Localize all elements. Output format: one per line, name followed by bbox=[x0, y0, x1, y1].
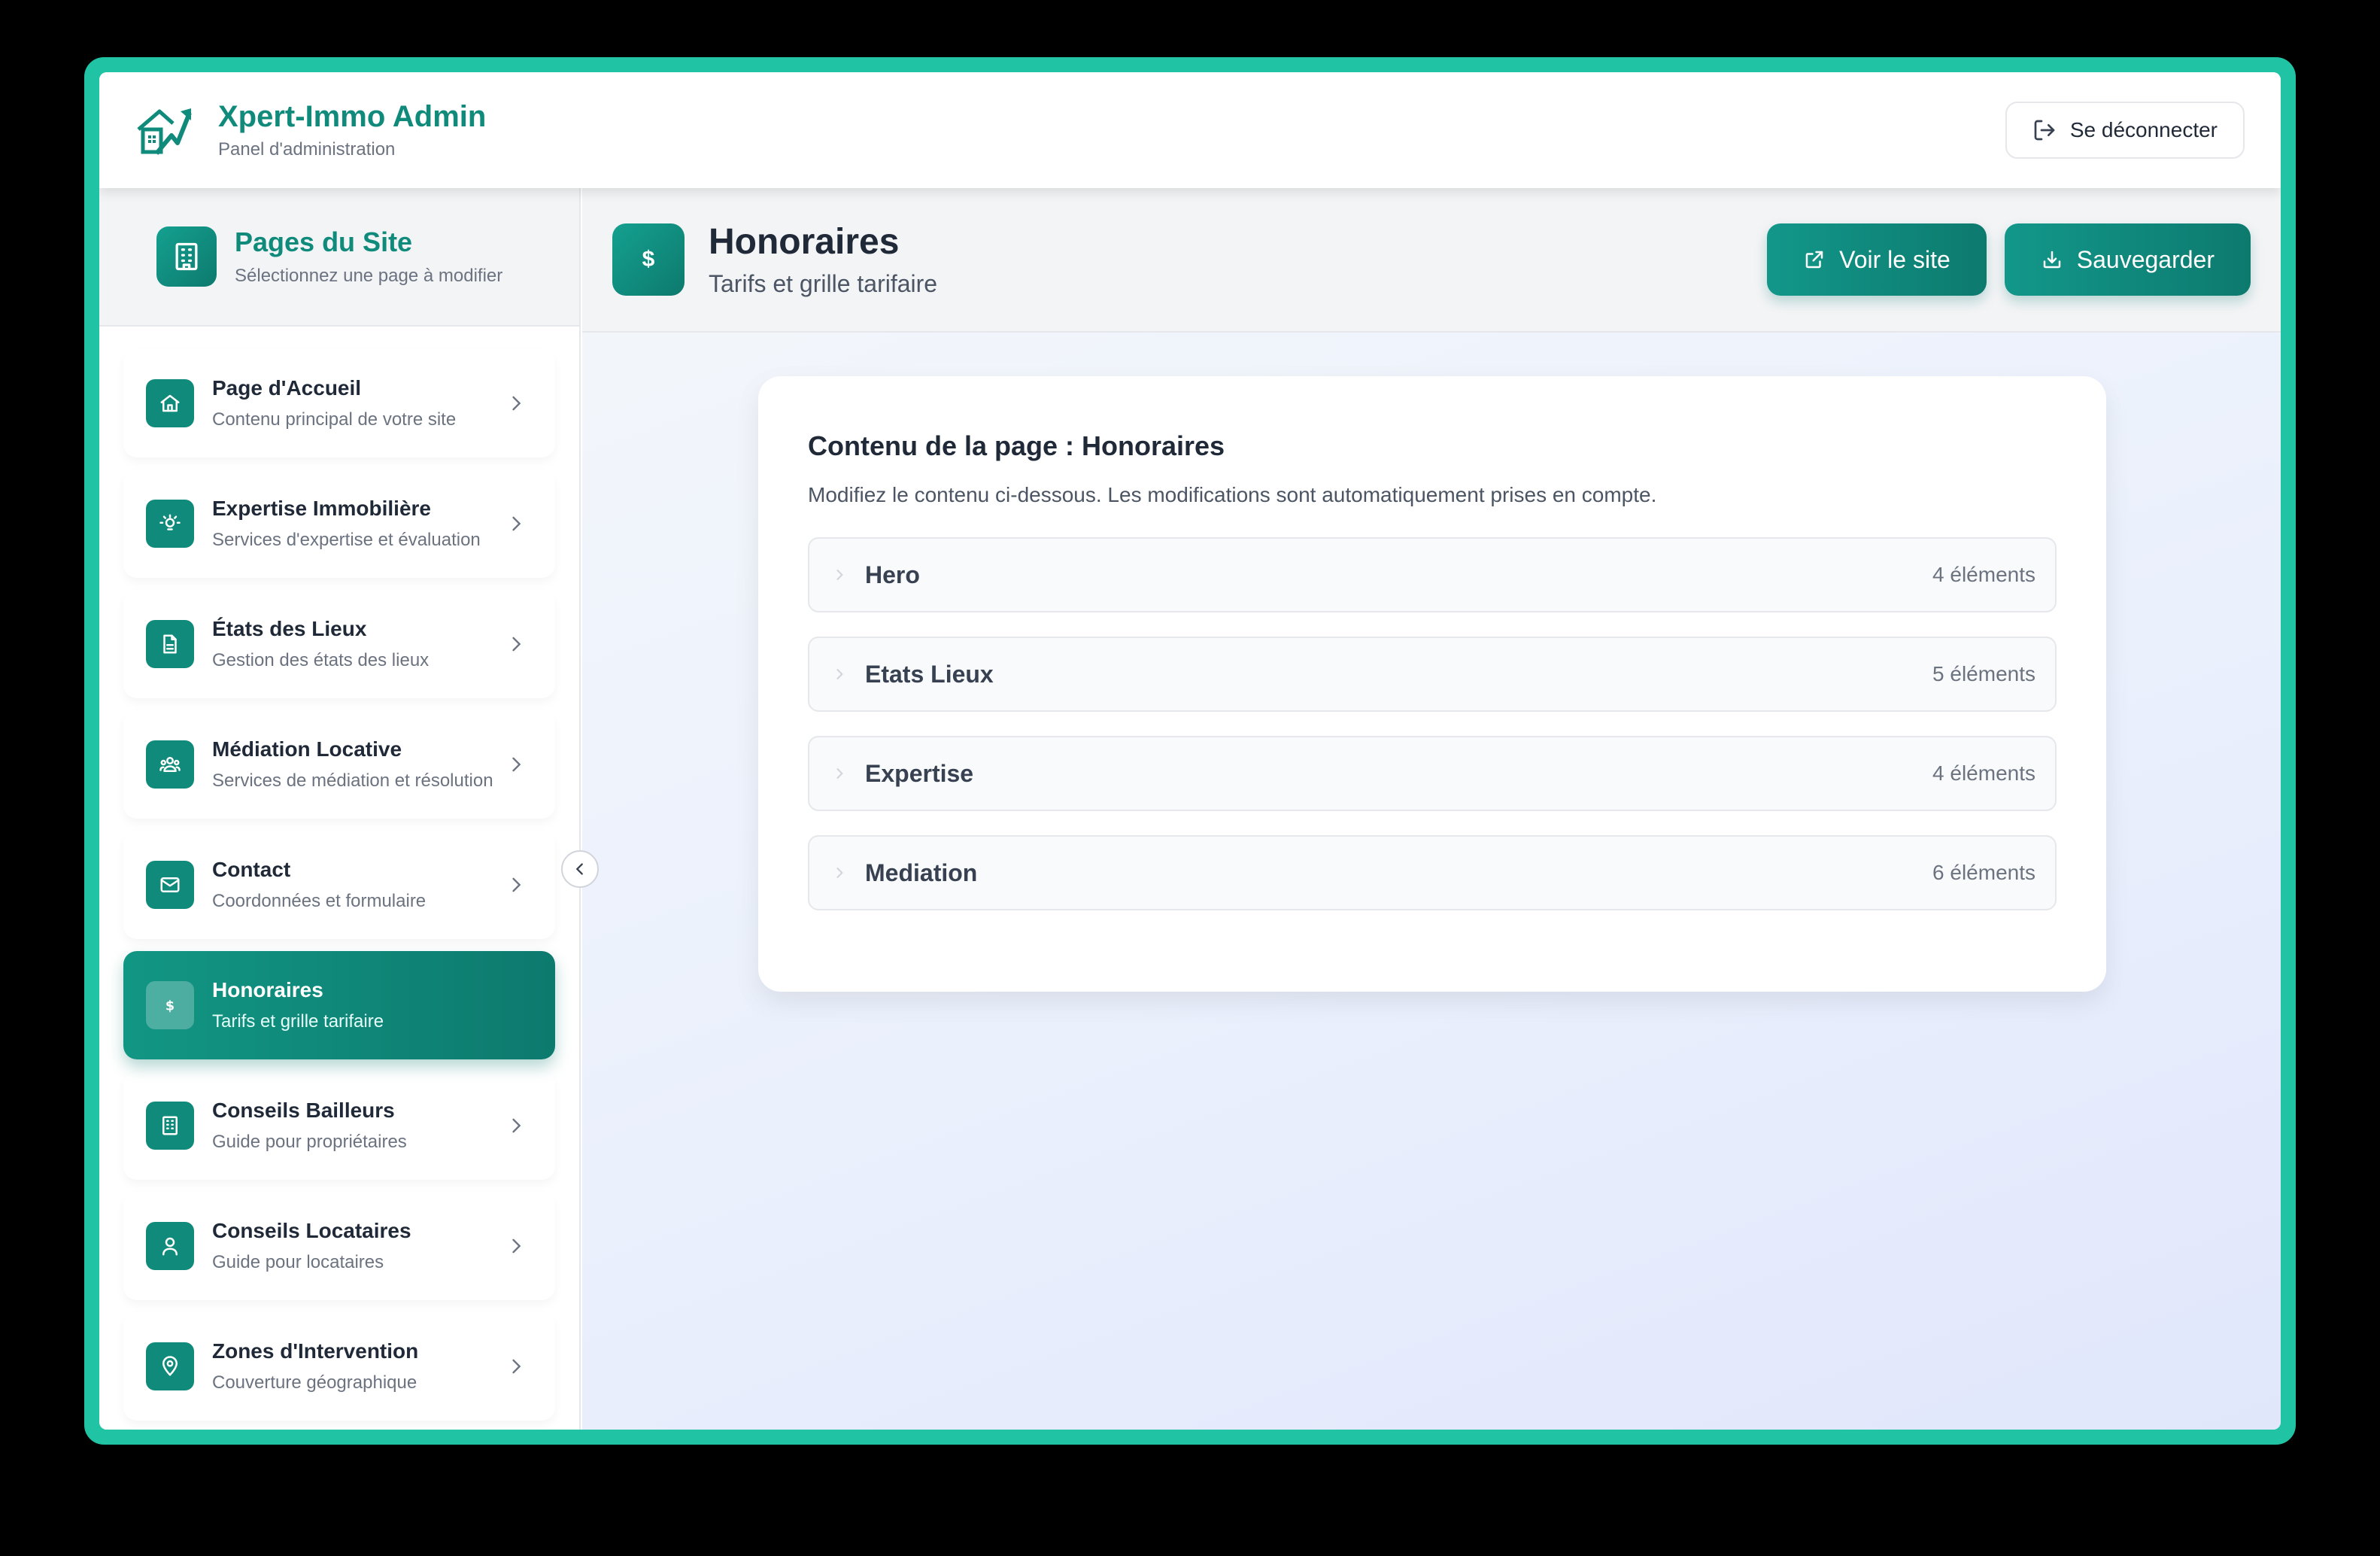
section-label: Etats Lieux bbox=[865, 660, 994, 688]
top-bar: Xpert-Immo Admin Panel d'administration … bbox=[99, 72, 2281, 188]
chevron-right-icon bbox=[836, 868, 843, 878]
sidebar-item-label: Honoraires bbox=[212, 978, 323, 1001]
section-row-expertise[interactable]: Expertise 4 éléments bbox=[808, 736, 2057, 811]
sidebar-item-honoraires[interactable]: $ Honoraires Tarifs et grille tarifaire bbox=[123, 951, 555, 1059]
users-icon bbox=[146, 740, 194, 789]
section-count: 5 éléments bbox=[1932, 662, 2035, 685]
sidebar-item-contact[interactable]: Contact Coordonnées et formulaire bbox=[123, 831, 555, 939]
sidebar-item-description: Couverture géographique bbox=[212, 1372, 417, 1393]
dollar-icon: $ bbox=[612, 223, 685, 296]
sidebar-item-label: Expertise Immobilière bbox=[212, 497, 432, 520]
sidebar-header: Pages du Site Sélectionnez une page à mo… bbox=[99, 188, 579, 327]
sidebar-item-description: Tarifs et grille tarifaire bbox=[212, 1011, 384, 1032]
logout-icon bbox=[2034, 120, 2055, 141]
sidebar-item-label: Zones d'Intervention bbox=[212, 1339, 419, 1363]
save-icon bbox=[2043, 251, 2061, 269]
lightbulb-icon bbox=[146, 500, 194, 548]
building-icon bbox=[156, 226, 217, 287]
card-title: Contenu de la page : Honoraires bbox=[808, 430, 1225, 461]
page-nav: Page d'Accueil Contenu principal de votr… bbox=[99, 327, 579, 1421]
sidebar-item-etats-des-lieux[interactable]: États des Lieux Gestion des états des li… bbox=[123, 590, 555, 698]
building-icon bbox=[146, 1102, 194, 1150]
main-content: $ Honoraires Tarifs et grille tarifaire … bbox=[582, 188, 2281, 1430]
card-description: Modifiez le contenu ci-dessous. Les modi… bbox=[808, 483, 1657, 506]
dollar-icon: $ bbox=[146, 981, 194, 1029]
logout-button[interactable]: Se déconnecter bbox=[2005, 102, 2245, 159]
section-row-hero[interactable]: Hero 4 éléments bbox=[808, 537, 2057, 612]
sidebar-item-expertise[interactable]: Expertise Immobilière Services d'experti… bbox=[123, 470, 555, 578]
view-site-button[interactable]: Voir le site bbox=[1767, 223, 1987, 296]
view-site-label: Voir le site bbox=[1839, 245, 1950, 273]
app-subtitle: Panel d'administration bbox=[218, 139, 396, 160]
house-growth-logo-icon bbox=[137, 108, 192, 155]
sidebar-item-description: Contenu principal de votre site bbox=[212, 409, 457, 430]
sidebar-item-zones-intervention[interactable]: Zones d'Intervention Couverture géograph… bbox=[123, 1312, 555, 1421]
external-link-icon bbox=[1805, 251, 1823, 269]
sidebar-item-accueil[interactable]: Page d'Accueil Contenu principal de votr… bbox=[123, 349, 555, 457]
sidebar: Pages du Site Sélectionnez une page à mo… bbox=[99, 188, 581, 1430]
chevron-right-icon bbox=[512, 396, 521, 411]
chevron-right-icon bbox=[512, 757, 521, 772]
chevron-right-icon bbox=[512, 516, 521, 531]
app-title: Xpert-Immo Admin bbox=[218, 100, 487, 133]
svg-text:$: $ bbox=[165, 998, 175, 1014]
chevron-right-icon bbox=[512, 877, 521, 892]
sidebar-item-conseils-bailleurs[interactable]: Conseils Bailleurs Guide pour propriétai… bbox=[123, 1071, 555, 1180]
sidebar-item-label: Médiation Locative bbox=[212, 737, 402, 761]
section-label: Expertise bbox=[865, 759, 974, 787]
document-icon bbox=[146, 620, 194, 668]
section-count: 4 éléments bbox=[1932, 761, 2035, 785]
sidebar-item-label: Conseils Bailleurs bbox=[212, 1099, 395, 1122]
chevron-right-icon bbox=[512, 1238, 521, 1254]
sidebar-item-description: Guide pour propriétaires bbox=[212, 1132, 407, 1152]
chevron-right-icon bbox=[836, 669, 843, 679]
section-row-etats-lieux[interactable]: Etats Lieux 5 éléments bbox=[808, 637, 2057, 712]
chevron-right-icon bbox=[836, 768, 843, 779]
chevron-left-icon bbox=[575, 863, 583, 875]
sidebar-item-conseils-locataires[interactable]: Conseils Locataires Guide pour locataire… bbox=[123, 1192, 555, 1300]
app-window: Xpert-Immo Admin Panel d'administration … bbox=[99, 72, 2281, 1430]
sidebar-subtitle: Sélectionnez une page à modifier bbox=[235, 266, 503, 286]
map-pin-icon bbox=[146, 1342, 194, 1390]
sidebar-item-label: Contact bbox=[212, 858, 291, 881]
section-label: Mediation bbox=[865, 859, 978, 886]
save-button[interactable]: Sauvegarder bbox=[2004, 223, 2251, 296]
mail-icon bbox=[146, 861, 194, 909]
sidebar-title: Pages du Site bbox=[235, 226, 413, 257]
page-subtitle: Tarifs et grille tarifaire bbox=[709, 270, 938, 297]
chevron-right-icon bbox=[512, 1359, 521, 1374]
sidebar-item-description: Services de médiation et résolution bbox=[212, 770, 493, 791]
sidebar-item-mediation[interactable]: Médiation Locative Services de médiation… bbox=[123, 710, 555, 819]
save-label: Sauvegarder bbox=[2076, 245, 2215, 273]
home-icon bbox=[146, 379, 194, 427]
sidebar-item-description: Services d'expertise et évaluation bbox=[212, 530, 481, 550]
page-header: $ Honoraires Tarifs et grille tarifaire … bbox=[582, 188, 2281, 333]
sidebar-item-description: Gestion des états des lieux bbox=[212, 650, 430, 670]
sidebar-item-label: États des Lieux bbox=[212, 617, 367, 640]
sidebar-item-description: Coordonnées et formulaire bbox=[212, 891, 427, 911]
page-title: Honoraires bbox=[709, 222, 900, 262]
section-count: 4 éléments bbox=[1932, 563, 2035, 586]
chevron-right-icon bbox=[512, 637, 521, 652]
collapse-sidebar-button[interactable] bbox=[561, 850, 599, 888]
section-label: Hero bbox=[865, 561, 920, 588]
section-count: 6 éléments bbox=[1932, 861, 2035, 884]
section-list: Hero 4 éléments Etats Lieux 5 éléments E… bbox=[808, 537, 2057, 910]
chevron-right-icon bbox=[512, 1118, 521, 1133]
user-icon bbox=[146, 1222, 194, 1270]
brand: Xpert-Immo Admin Panel d'administration bbox=[134, 99, 486, 161]
section-row-mediation[interactable]: Mediation 6 éléments bbox=[808, 835, 2057, 910]
sidebar-item-label: Conseils Locataires bbox=[212, 1219, 411, 1242]
sidebar-item-label: Page d'Accueil bbox=[212, 376, 362, 400]
sidebar-item-description: Guide pour locataires bbox=[212, 1252, 384, 1272]
chevron-right-icon bbox=[836, 570, 843, 580]
content-card: Contenu de la page : Honoraires Modifiez… bbox=[758, 376, 2106, 992]
logout-label: Se déconnecter bbox=[2069, 118, 2218, 141]
